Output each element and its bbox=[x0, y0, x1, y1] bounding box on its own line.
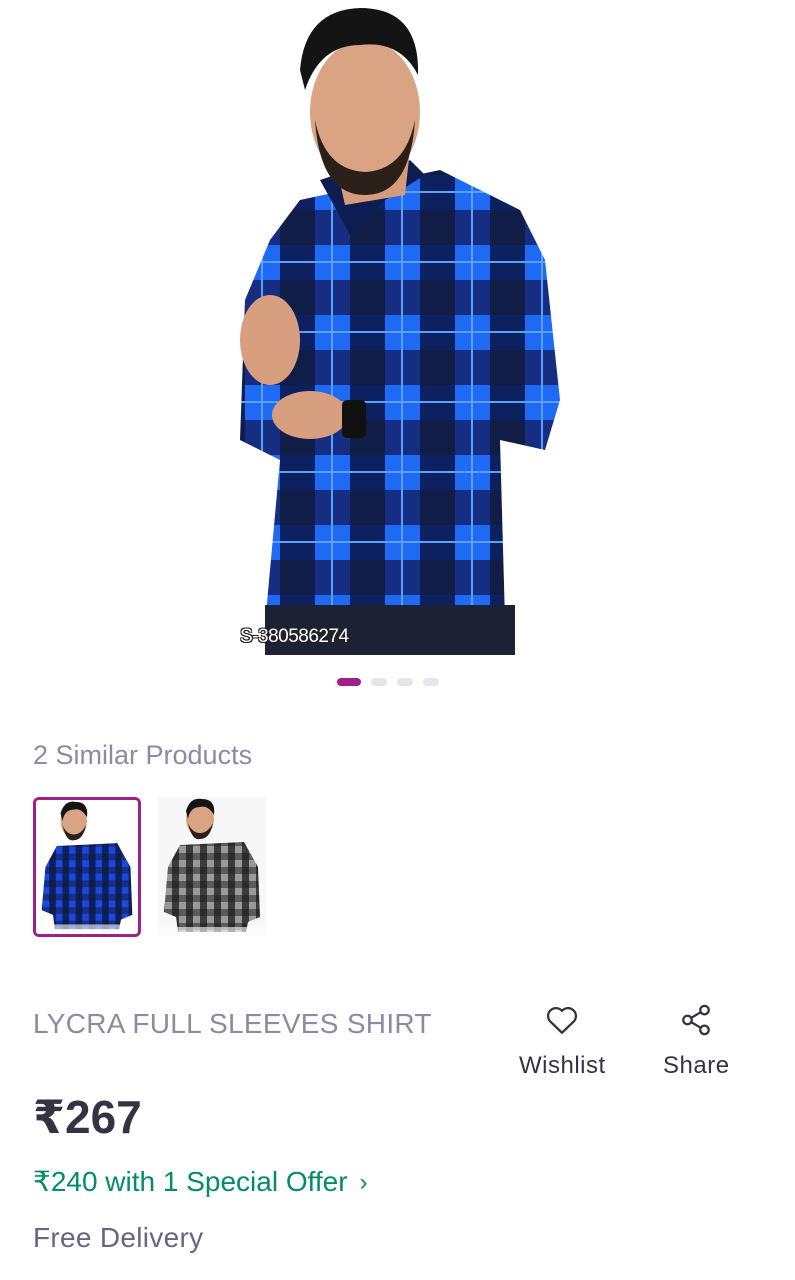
wishlist-label: Wishlist bbox=[519, 1052, 606, 1079]
product-title: LYCRA FULL SLEEVES SHIRT bbox=[33, 1008, 432, 1039]
carousel-dot[interactable] bbox=[397, 678, 413, 686]
special-offer-text: ₹240 with 1 Special Offer bbox=[33, 1166, 348, 1197]
product-price: ₹267 bbox=[33, 1091, 142, 1143]
heart-icon bbox=[545, 1000, 579, 1040]
carousel-dot[interactable] bbox=[423, 678, 439, 686]
chevron-right-icon: › bbox=[359, 1168, 368, 1196]
delivery-info: Free Delivery bbox=[33, 1222, 204, 1253]
product-image[interactable]: S-380586274 bbox=[0, 0, 795, 660]
wishlist-button[interactable]: Wishlist bbox=[519, 1000, 606, 1080]
carousel-indicator bbox=[337, 678, 439, 686]
similar-product-thumb[interactable] bbox=[158, 797, 266, 937]
blue-shirt-thumbnail-icon bbox=[36, 800, 138, 934]
product-code-watermark: S-380586274 bbox=[240, 626, 349, 647]
similar-products-title: 2 Similar Products bbox=[33, 740, 253, 770]
share-label: Share bbox=[663, 1052, 730, 1079]
grey-shirt-thumbnail-icon bbox=[158, 797, 266, 937]
special-offer-link[interactable]: ₹240 with 1 Special Offer › bbox=[33, 1165, 368, 1198]
carousel-dot[interactable] bbox=[371, 678, 387, 686]
product-photo bbox=[0, 0, 795, 660]
share-button[interactable]: Share bbox=[663, 1000, 730, 1080]
carousel-dot-active[interactable] bbox=[337, 678, 361, 686]
share-icon bbox=[679, 1000, 713, 1040]
similar-product-thumb-selected[interactable] bbox=[33, 797, 141, 937]
